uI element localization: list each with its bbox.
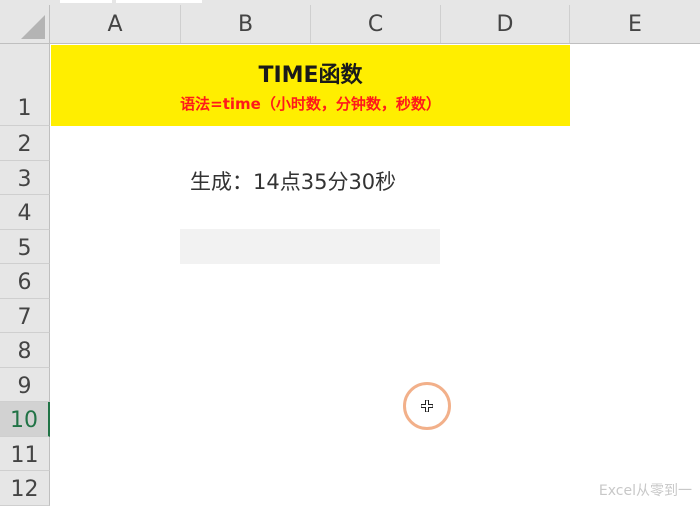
row-header-2[interactable]: 2	[0, 126, 50, 161]
column-header-e[interactable]: E	[570, 5, 700, 43]
column-header-b[interactable]: B	[181, 5, 311, 43]
row-header-5[interactable]: 5	[0, 230, 50, 264]
sheet-tab[interactable]	[60, 0, 112, 3]
column-header-row: A B C D E	[0, 5, 700, 44]
select-all-corner-icon	[21, 15, 45, 39]
cell-b3-text[interactable]: 生成：14点35分30秒	[190, 166, 396, 196]
column-header-a[interactable]: A	[50, 5, 181, 43]
column-header-d[interactable]: D	[441, 5, 570, 43]
banner-syntax: 语法=time（小时数，分钟数，秒数）	[180, 95, 441, 113]
select-all-button[interactable]	[0, 5, 50, 43]
row-header-10[interactable]: 10	[0, 402, 50, 437]
watermark: Excel从零到一	[598, 483, 692, 499]
sheet-tab[interactable]	[116, 0, 202, 3]
row-header-8[interactable]: 8	[0, 333, 50, 368]
cell-b5-range[interactable]	[180, 229, 440, 264]
spreadsheet: A B C D E 1 2 3 4 5 6 7 8 9 10 11 12 TIM…	[0, 0, 700, 506]
row-header-11[interactable]: 11	[0, 437, 50, 471]
row-header-1[interactable]: 1	[0, 44, 50, 126]
cursor-crosshair-icon	[421, 400, 433, 412]
title-banner-cell[interactable]: TIME函数 语法=time（小时数，分钟数，秒数）	[51, 45, 570, 126]
column-header-c[interactable]: C	[311, 5, 441, 43]
row-header-7[interactable]: 7	[0, 299, 50, 333]
row-header-9[interactable]: 9	[0, 368, 50, 402]
row-header-6[interactable]: 6	[0, 264, 50, 299]
row-header-12[interactable]: 12	[0, 471, 50, 506]
banner-title: TIME函数	[258, 63, 363, 88]
row-header-4[interactable]: 4	[0, 195, 50, 230]
row-header-3[interactable]: 3	[0, 161, 50, 195]
